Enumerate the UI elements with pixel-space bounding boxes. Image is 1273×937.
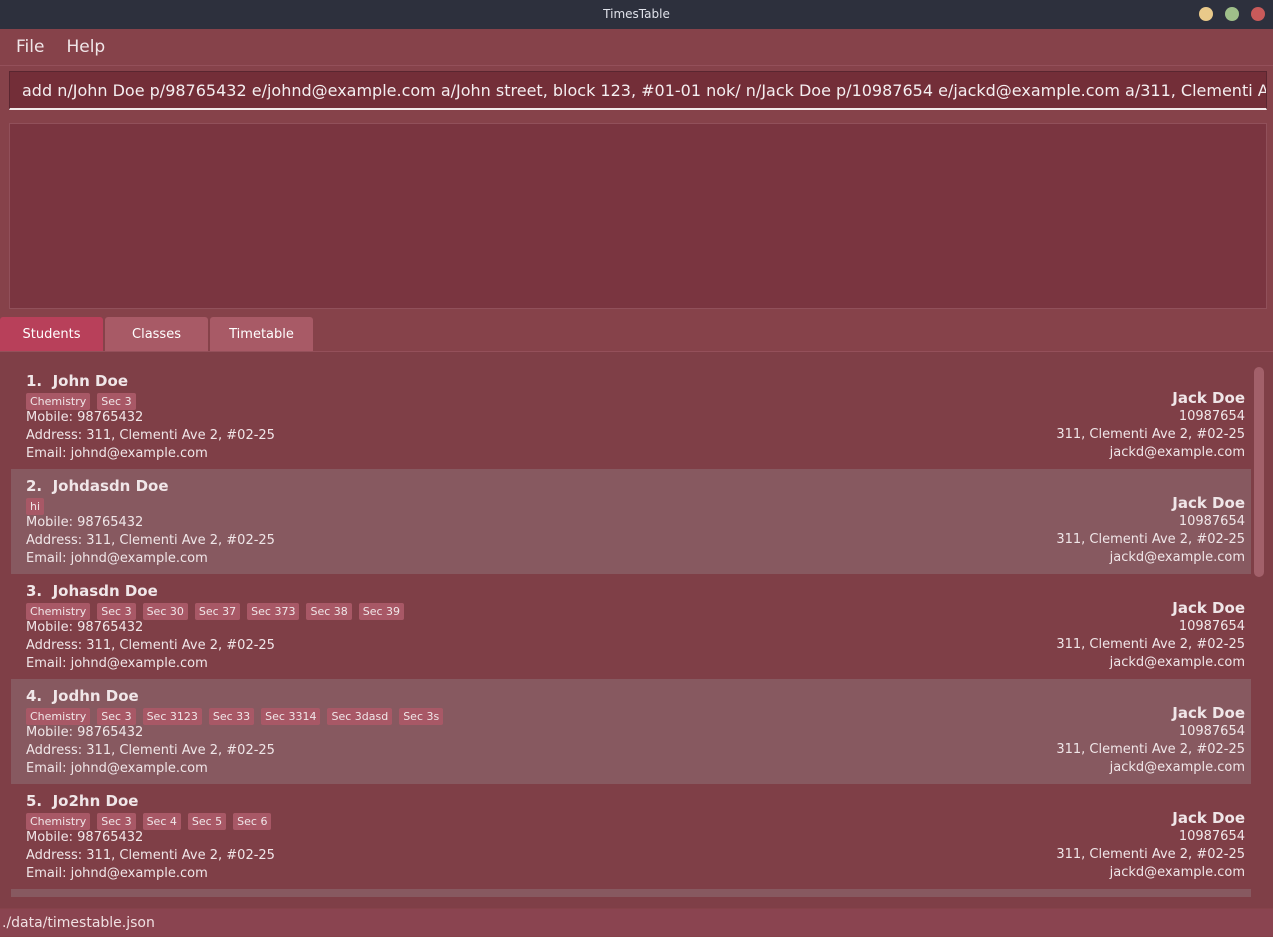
close-button[interactable] bbox=[1251, 7, 1265, 21]
nok-phone: 10987654 bbox=[1178, 619, 1245, 634]
tag: Chemistry bbox=[26, 708, 91, 725]
student-address: Address: 311, Clementi Ave 2, #02-25 bbox=[26, 533, 275, 548]
student-card-partial[interactable] bbox=[11, 889, 1251, 897]
student-name: 5. Jo2hn Doe bbox=[26, 792, 139, 810]
tag: Sec 6 bbox=[233, 813, 272, 830]
nok-name: Jack Doe bbox=[1172, 809, 1245, 827]
student-address: Address: 311, Clementi Ave 2, #02-25 bbox=[26, 638, 275, 653]
tag: Sec 373 bbox=[247, 603, 300, 620]
student-card[interactable]: 2. Johdasdn Doe hi Mobile: 98765432 Addr… bbox=[11, 469, 1251, 574]
title-bar: TimesTable bbox=[0, 0, 1273, 29]
nok-email: jackd@example.com bbox=[1109, 445, 1245, 460]
nok-address: 311, Clementi Ave 2, #02-25 bbox=[1056, 742, 1245, 757]
window-title: TimesTable bbox=[603, 7, 670, 21]
student-name: 1. John Doe bbox=[26, 372, 128, 390]
nok-phone: 10987654 bbox=[1178, 724, 1245, 739]
student-address: Address: 311, Clementi Ave 2, #02-25 bbox=[26, 743, 275, 758]
minimize-button[interactable] bbox=[1199, 7, 1213, 21]
scrollbar[interactable] bbox=[1254, 367, 1264, 577]
next-of-kin: Jack Doe 10987654 311, Clementi Ave 2, #… bbox=[1056, 703, 1245, 777]
nok-phone: 10987654 bbox=[1178, 829, 1245, 844]
command-input[interactable]: add n/John Doe p/98765432 e/johnd@exampl… bbox=[9, 71, 1267, 110]
student-mobile: Mobile: 98765432 bbox=[26, 620, 144, 635]
student-mobile: Mobile: 98765432 bbox=[26, 515, 144, 530]
tab-timetable[interactable]: Timetable bbox=[210, 317, 313, 351]
nok-name: Jack Doe bbox=[1172, 389, 1245, 407]
nok-email: jackd@example.com bbox=[1109, 760, 1245, 775]
tag: Sec 3314 bbox=[261, 708, 321, 725]
student-card[interactable]: 3. Johasdn Doe Chemistry Sec 3 Sec 30 Sec 3… bbox=[11, 574, 1251, 679]
student-email: Email: johnd@example.com bbox=[26, 866, 208, 881]
next-of-kin: Jack Doe 10987654 311, Clementi Ave 2, #… bbox=[1056, 808, 1245, 882]
next-of-kin: Jack Doe 10987654 311, Clementi Ave 2, #… bbox=[1056, 598, 1245, 672]
menu-help[interactable]: Help bbox=[66, 37, 105, 57]
student-card[interactable]: 1. John Doe Chemistry Sec 3 Mobile: 98765… bbox=[11, 364, 1251, 469]
tag: Chemistry bbox=[26, 813, 91, 830]
tag-list: hi bbox=[26, 498, 45, 515]
tag: Sec 3s bbox=[399, 708, 444, 725]
tag: Chemistry bbox=[26, 393, 91, 410]
tag: Sec 33 bbox=[208, 708, 255, 725]
menu-file[interactable]: File bbox=[16, 37, 44, 57]
menu-bar: File Help bbox=[0, 29, 1273, 66]
tag: Sec 5 bbox=[187, 813, 227, 830]
student-name: 4. Jodhn Doe bbox=[26, 687, 139, 705]
tab-classes[interactable]: Classes bbox=[105, 317, 208, 351]
maximize-button[interactable] bbox=[1225, 7, 1239, 21]
status-bar-path: ./data/timestable.json bbox=[0, 909, 1273, 936]
nok-email: jackd@example.com bbox=[1109, 655, 1245, 670]
tab-bar: Students Classes Timetable bbox=[0, 317, 313, 351]
tag: Sec 3 bbox=[97, 708, 136, 725]
nok-name: Jack Doe bbox=[1172, 599, 1245, 617]
tag: hi bbox=[26, 498, 45, 515]
student-email: Email: johnd@example.com bbox=[26, 761, 208, 776]
nok-email: jackd@example.com bbox=[1109, 550, 1245, 565]
tab-students[interactable]: Students bbox=[0, 317, 103, 351]
next-of-kin: Jack Doe 10987654 311, Clementi Ave 2, #… bbox=[1056, 388, 1245, 462]
nok-address: 311, Clementi Ave 2, #02-25 bbox=[1056, 637, 1245, 652]
tag-list: Chemistry Sec 3 Sec 4 Sec 5 Sec 6 bbox=[26, 813, 272, 830]
nok-phone: 10987654 bbox=[1178, 514, 1245, 529]
tag: Sec 3 bbox=[97, 603, 136, 620]
nok-address: 311, Clementi Ave 2, #02-25 bbox=[1056, 847, 1245, 862]
student-name: 2. Johdasdn Doe bbox=[26, 477, 169, 495]
nok-address: 311, Clementi Ave 2, #02-25 bbox=[1056, 532, 1245, 547]
student-mobile: Mobile: 98765432 bbox=[26, 725, 144, 740]
nok-name: Jack Doe bbox=[1172, 494, 1245, 512]
tag: Sec 39 bbox=[358, 603, 405, 620]
student-list: 1. John Doe Chemistry Sec 3 Mobile: 98765… bbox=[0, 351, 1273, 908]
tag: Sec 4 bbox=[142, 813, 181, 830]
student-address: Address: 311, Clementi Ave 2, #02-25 bbox=[26, 428, 275, 443]
tag-list: Chemistry Sec 3 Sec 30 Sec 37 Sec 373 Sec 38 S… bbox=[26, 603, 405, 620]
student-email: Email: johnd@example.com bbox=[26, 446, 208, 461]
student-address: Address: 311, Clementi Ave 2, #02-25 bbox=[26, 848, 275, 863]
nok-phone: 10987654 bbox=[1178, 409, 1245, 424]
result-display bbox=[9, 123, 1267, 309]
student-mobile: Mobile: 98765432 bbox=[26, 410, 144, 425]
student-card[interactable]: 5. Jo2hn Doe Chemistry Sec 3 Sec 4 Sec 5 Sec… bbox=[11, 784, 1251, 889]
tag: Sec 30 bbox=[142, 603, 188, 620]
student-name: 3. Johasdn Doe bbox=[26, 582, 158, 600]
nok-name: Jack Doe bbox=[1172, 704, 1245, 722]
next-of-kin: Jack Doe 10987654 311, Clementi Ave 2, #… bbox=[1056, 493, 1245, 567]
tag: Chemistry bbox=[26, 603, 91, 620]
student-mobile: Mobile: 98765432 bbox=[26, 830, 144, 845]
tag: Sec 3 bbox=[97, 393, 136, 410]
nok-address: 311, Clementi Ave 2, #02-25 bbox=[1056, 427, 1245, 442]
student-card[interactable]: 4. Jodhn Doe Chemistry Sec 3 Sec 3123 Sec 3… bbox=[11, 679, 1251, 784]
nok-email: jackd@example.com bbox=[1109, 865, 1245, 880]
tag: Sec 3dasd bbox=[327, 708, 393, 725]
tag-list: Chemistry Sec 3 bbox=[26, 393, 136, 410]
tag-list: Chemistry Sec 3 Sec 3123 Sec 33 Sec 3314 Sec … bbox=[26, 708, 444, 725]
tag: Sec 3 bbox=[97, 813, 136, 830]
student-email: Email: johnd@example.com bbox=[26, 656, 208, 671]
tag: Sec 38 bbox=[306, 603, 352, 620]
tag: Sec 37 bbox=[194, 603, 241, 620]
tag: Sec 3123 bbox=[142, 708, 202, 725]
student-email: Email: johnd@example.com bbox=[26, 551, 208, 566]
